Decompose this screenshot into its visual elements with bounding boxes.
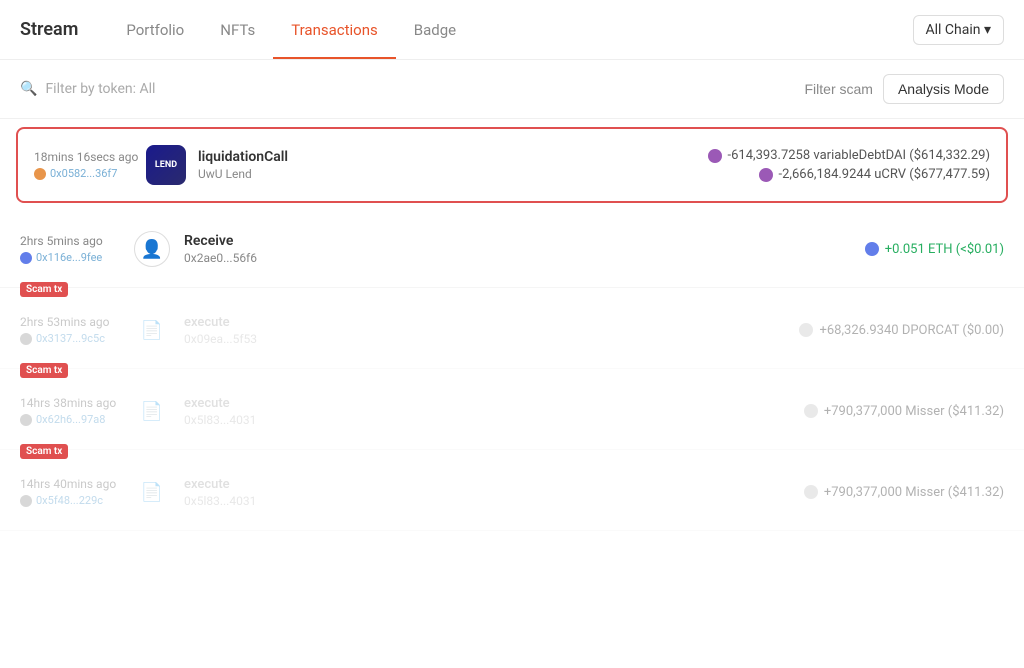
- tx-method: execute: [184, 477, 804, 492]
- tx-method: liquidationCall: [198, 149, 708, 165]
- top-nav: Stream Portfolio NFTs Transactions Badge…: [0, 0, 1024, 60]
- tx-section-tx5: Scam tx14hrs 40mins ago0x5f48...229c📄exe…: [0, 454, 1024, 531]
- tx-amounts: +790,377,000 Misser ($411.32): [804, 485, 1004, 500]
- tx-icon: 📄: [130, 389, 174, 433]
- tab-transactions[interactable]: Transactions: [273, 0, 396, 59]
- tx-hash[interactable]: 0x116e...9fee: [20, 251, 130, 264]
- chain-selector[interactable]: All Chain ▾: [913, 15, 1005, 45]
- filter-placeholder[interactable]: Filter by token: All: [45, 81, 155, 97]
- tx-method: execute: [184, 315, 799, 330]
- tx-protocol: UwU Lend: [198, 167, 708, 181]
- tx-hash[interactable]: 0x0582...36f7: [34, 167, 144, 180]
- tx-protocol: 0x5l83...4031: [184, 494, 804, 508]
- filter-search: 🔍 Filter by token: All: [20, 81, 793, 97]
- tx-time: 14hrs 40mins ago: [20, 477, 130, 491]
- tx-section-tx4: Scam tx14hrs 38mins ago0x62h6...97a8📄exe…: [0, 373, 1024, 450]
- table-row[interactable]: 18mins 16secs ago 0x0582...36f7LEND liquid…: [16, 127, 1008, 203]
- tx-section-tx2: 2hrs 5mins ago 0x116e...9fee 👤 Receive 0x2ae…: [0, 211, 1024, 288]
- tx-protocol: 0x09ea...5f53: [184, 332, 799, 346]
- document-icon: 📄: [134, 393, 170, 429]
- tx-amounts: +0.051 ETH (<$0.01): [865, 242, 1004, 257]
- tx-section-tx1: 18mins 16secs ago 0x0582...36f7LEND liquid…: [0, 127, 1024, 203]
- tx-section-tx3: Scam tx2hrs 53mins ago0x3137...9c5c📄exec…: [0, 292, 1024, 369]
- amount-row: -614,393.7258 variableDebtDAI ($614,332.…: [708, 148, 990, 163]
- token-dot-icon: [804, 485, 818, 499]
- token-dot-icon: [759, 168, 773, 182]
- tx-icon: 📄: [130, 470, 174, 514]
- nav-right: All Chain ▾: [913, 15, 1005, 45]
- tx-icon: 👤: [130, 227, 174, 271]
- amount-value: +0.051 ETH (<$0.01): [885, 242, 1004, 257]
- amount-row: +790,377,000 Misser ($411.32): [804, 485, 1004, 500]
- brand: Stream: [20, 19, 78, 40]
- nav-tabs: Portfolio NFTs Transactions Badge: [108, 0, 474, 59]
- token-dot-icon: [865, 242, 879, 256]
- chain-dot-icon: [34, 168, 46, 180]
- amount-value: -2,666,184.9244 uCRV ($677,477.59): [779, 167, 990, 182]
- amount-row: +0.051 ETH (<$0.01): [865, 242, 1004, 257]
- token-dot-icon: [799, 323, 813, 337]
- table-row[interactable]: 2hrs 5mins ago 0x116e...9fee 👤 Receive 0x2ae…: [0, 211, 1024, 288]
- table-row[interactable]: 14hrs 38mins ago 0x62h6...97a8 📄 execute 0x5…: [0, 373, 1024, 450]
- tx-time: 2hrs 5mins ago: [20, 234, 130, 248]
- tx-time: 2hrs 53mins ago: [20, 315, 130, 329]
- filter-right: Filter scam Analysis Mode: [805, 74, 1005, 104]
- tx-protocol: 0x2ae0...56f6: [184, 251, 865, 265]
- search-icon: 🔍: [20, 81, 37, 97]
- filter-scam-button[interactable]: Filter scam: [805, 81, 873, 97]
- amount-value: +68,326.9340 DPORCAT ($0.00): [819, 323, 1004, 338]
- chain-dot-icon: [20, 414, 32, 426]
- tx-protocol: 0x5l83...4031: [184, 413, 804, 427]
- filter-bar: 🔍 Filter by token: All Filter scam Analy…: [0, 60, 1024, 119]
- table-row[interactable]: 14hrs 40mins ago 0x5f48...229c 📄 execute 0x5…: [0, 454, 1024, 531]
- amount-value: +790,377,000 Misser ($411.32): [824, 404, 1004, 419]
- tab-nfts[interactable]: NFTs: [202, 0, 273, 59]
- tx-icon: LEND: [144, 143, 188, 187]
- tx-hash[interactable]: 0x62h6...97a8: [20, 413, 130, 426]
- amount-value: -614,393.7258 variableDebtDAI ($614,332.…: [728, 148, 990, 163]
- protocol-logo: LEND: [146, 145, 186, 185]
- amount-row: -2,666,184.9244 uCRV ($677,477.59): [759, 167, 990, 182]
- table-row[interactable]: 2hrs 53mins ago 0x3137...9c5c 📄 execute 0x09…: [0, 292, 1024, 369]
- tab-portfolio[interactable]: Portfolio: [108, 0, 202, 59]
- tx-hash[interactable]: 0x5f48...229c: [20, 494, 130, 507]
- tx-amounts: +68,326.9340 DPORCAT ($0.00): [799, 323, 1004, 338]
- amount-row: +68,326.9340 DPORCAT ($0.00): [799, 323, 1004, 338]
- tx-time: 18mins 16secs ago: [34, 150, 144, 164]
- token-dot-icon: [708, 149, 722, 163]
- transaction-list: 18mins 16secs ago 0x0582...36f7LEND liquid…: [0, 127, 1024, 531]
- tx-method: execute: [184, 396, 804, 411]
- chain-dot-icon: [20, 252, 32, 264]
- tx-hash[interactable]: 0x3137...9c5c: [20, 332, 130, 345]
- chain-dot-icon: [20, 495, 32, 507]
- amount-row: +790,377,000 Misser ($411.32): [804, 404, 1004, 419]
- tx-icon: 📄: [130, 308, 174, 352]
- user-icon: 👤: [134, 231, 170, 267]
- token-dot-icon: [804, 404, 818, 418]
- tx-amounts: +790,377,000 Misser ($411.32): [804, 404, 1004, 419]
- tx-method: Receive: [184, 233, 865, 249]
- amount-value: +790,377,000 Misser ($411.32): [824, 485, 1004, 500]
- chain-dot-icon: [20, 333, 32, 345]
- document-icon: 📄: [134, 312, 170, 348]
- document-icon: 📄: [134, 474, 170, 510]
- tx-amounts: -614,393.7258 variableDebtDAI ($614,332.…: [708, 148, 990, 182]
- tx-time: 14hrs 38mins ago: [20, 396, 130, 410]
- analysis-mode-button[interactable]: Analysis Mode: [883, 74, 1004, 104]
- tab-badge[interactable]: Badge: [396, 0, 474, 59]
